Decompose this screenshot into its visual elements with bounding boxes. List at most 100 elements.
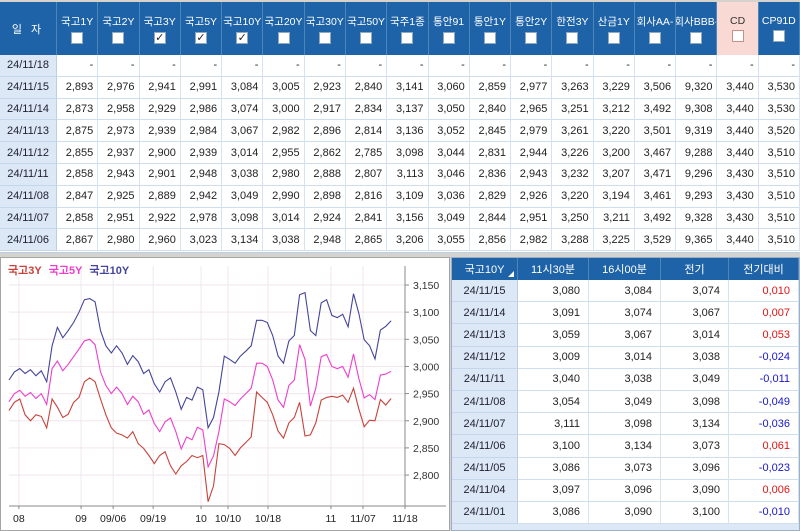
column-checkbox[interactable] — [772, 30, 785, 42]
quote-header-4[interactable]: 전기 — [661, 258, 729, 280]
column-header-6[interactable]: 국고20Y — [263, 2, 305, 55]
quote-header-5[interactable]: 전기대비 — [729, 258, 799, 280]
svg-text:08: 08 — [13, 513, 25, 525]
column-checkbox[interactable] — [71, 31, 84, 44]
column-header-11[interactable]: 통안1Y — [469, 2, 512, 55]
column-checkbox[interactable] — [483, 31, 496, 44]
date-column-header[interactable]: 일 자 — [0, 2, 57, 55]
yield-cell: 2,942 — [180, 185, 223, 208]
yield-cell: 3,225 — [593, 229, 635, 252]
yield-cell: 2,977 — [511, 76, 553, 99]
yield-cell: 3,440 — [717, 229, 759, 252]
column-header-8[interactable]: 국고50Y — [345, 2, 388, 55]
quote-date-cell: 24/11/06 — [452, 435, 518, 458]
yield-cell: 3,038 — [222, 163, 264, 186]
yield-cell: 2,889 — [139, 185, 181, 208]
row-date-cell: 24/11/07 — [0, 207, 57, 230]
yield-cell: 9,319 — [676, 120, 718, 143]
yield-cell: - — [387, 55, 429, 77]
column-checkbox[interactable] — [607, 31, 620, 44]
column-header-7[interactable]: 국고30Y — [304, 2, 346, 55]
column-header-16[interactable]: 회사BBB- — [676, 2, 718, 55]
column-header-9[interactable]: 국주1종 — [387, 2, 429, 55]
column-checkbox[interactable] — [360, 31, 373, 44]
column-header-label: 한전3Y — [556, 15, 589, 28]
yield-cell: 3,471 — [634, 163, 677, 186]
quote-diff-cell: -0,011 — [729, 368, 799, 391]
yield-cell: 3,263 — [552, 76, 594, 99]
quote-header-1[interactable]: 국고10Y — [452, 258, 518, 280]
column-header-10[interactable]: 통안91 — [428, 2, 470, 55]
yield-cell: 2,980 — [98, 229, 140, 252]
column-header-label: 회사BBB- — [676, 15, 718, 28]
yield-cell: 2,982 — [263, 120, 305, 143]
column-checkbox[interactable] — [525, 31, 538, 44]
svg-text:09: 09 — [75, 513, 87, 525]
quote-prev-cell: 3,098 — [661, 390, 729, 414]
column-header-4[interactable]: 국고5Y ✓ — [180, 2, 223, 55]
yield-cell: 3,014 — [222, 142, 264, 164]
column-header-label: 국고30Y — [305, 15, 344, 28]
column-header-label: CD — [729, 15, 746, 27]
column-checkbox[interactable]: ✓ — [236, 31, 249, 44]
yield-cell: 3,430 — [717, 185, 759, 208]
column-checkbox[interactable] — [442, 31, 455, 44]
column-header-17[interactable]: CD — [717, 2, 759, 55]
column-checkbox[interactable] — [731, 30, 744, 42]
column-checkbox[interactable] — [649, 31, 662, 44]
quote-diff-cell: -0,049 — [729, 390, 799, 414]
yield-cell: 2,937 — [98, 142, 140, 164]
column-header-3[interactable]: 국고3Y ✓ — [139, 2, 181, 55]
yield-cell: 2,893 — [57, 76, 99, 99]
yield-cell: 2,859 — [469, 76, 512, 99]
svg-text:2,850: 2,850 — [413, 443, 439, 455]
column-checkbox[interactable] — [318, 31, 331, 44]
quote-prev-cell: 3,096 — [661, 457, 729, 480]
quote-date-cell: 24/11/14 — [452, 302, 518, 325]
column-header-5[interactable]: 국고10Y ✓ — [222, 2, 264, 55]
column-header-label: 국고1Y — [61, 15, 94, 28]
column-header-label: CP91D — [761, 15, 796, 27]
quote-header-3[interactable]: 16시00분 — [589, 258, 661, 280]
yield-cell: 9,308 — [676, 98, 718, 121]
quote-1130-cell: 3,100 — [518, 435, 589, 458]
yield-cell: 2,917 — [304, 98, 346, 121]
yield-cell: 3,200 — [593, 142, 635, 164]
yield-cell: 3,052 — [428, 120, 470, 143]
column-header-18[interactable]: CP91D — [758, 2, 800, 55]
column-checkbox[interactable] — [112, 31, 125, 44]
column-checkbox[interactable] — [277, 31, 290, 44]
column-header-1[interactable]: 국고1Y — [57, 2, 99, 55]
svg-text:2,950: 2,950 — [413, 389, 439, 401]
yield-cell: 3,492 — [634, 207, 677, 230]
column-header-12[interactable]: 통안2Y — [511, 2, 553, 55]
column-checkbox[interactable]: ✓ — [153, 31, 166, 44]
yield-cell: 3,430 — [717, 207, 759, 230]
yield-cell: - — [511, 55, 553, 77]
yield-cell: 2,929 — [139, 98, 181, 121]
yield-cell: - — [469, 55, 512, 77]
column-header-15[interactable]: 회사AA- — [634, 2, 677, 55]
column-checkbox[interactable] — [566, 31, 579, 44]
column-header-14[interactable]: 산금1Y — [593, 2, 635, 55]
quote-prev-cell: 3,100 — [661, 501, 729, 525]
column-checkbox[interactable] — [401, 31, 414, 44]
quote-1600-cell: 3,014 — [589, 346, 661, 369]
quote-diff-cell: 0,061 — [729, 435, 799, 458]
column-header-2[interactable]: 국고2Y — [98, 2, 140, 55]
yield-cell: 2,896 — [304, 120, 346, 143]
yield-cell: 2,858 — [57, 163, 99, 186]
column-checkbox[interactable] — [690, 31, 703, 44]
yield-cell: - — [98, 55, 140, 77]
yield-cell: 2,923 — [304, 76, 346, 99]
yield-cell: 2,888 — [304, 163, 346, 186]
yield-cell: 3,044 — [428, 142, 470, 164]
column-checkbox[interactable]: ✓ — [194, 31, 207, 44]
yield-cell: 2,829 — [469, 185, 512, 208]
column-header-13[interactable]: 한전3Y — [552, 2, 594, 55]
quote-1130-cell: 3,091 — [518, 302, 589, 325]
series-line-국고10Y — [8, 291, 392, 430]
quote-header-2[interactable]: 11시30분 — [518, 258, 589, 280]
yield-cell: 3,046 — [428, 163, 470, 186]
quote-1600-cell: 3,074 — [589, 302, 661, 325]
